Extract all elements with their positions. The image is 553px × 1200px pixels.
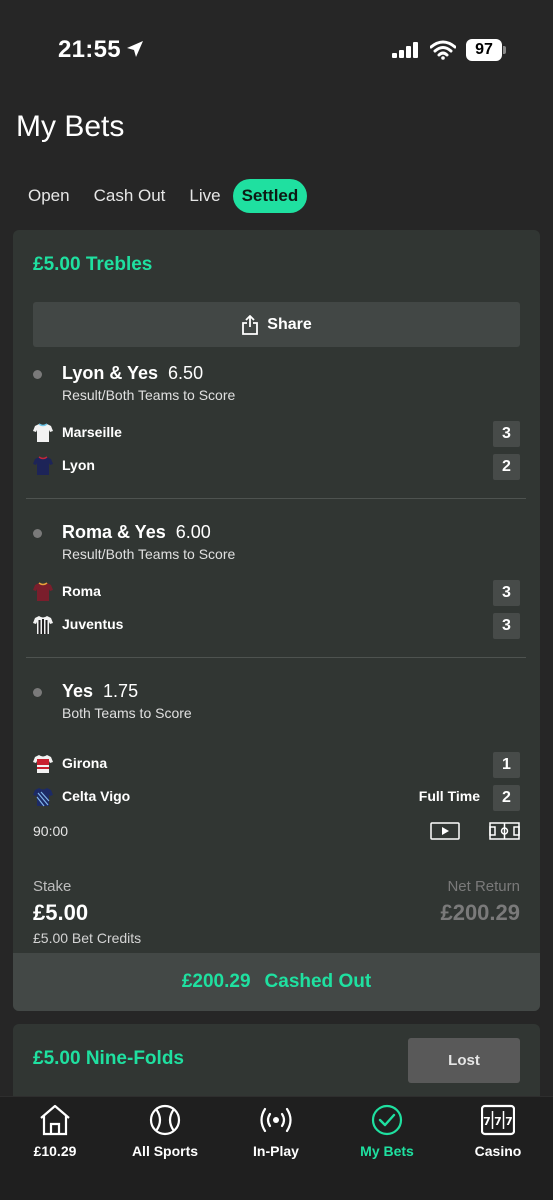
team-score: 2 xyxy=(493,454,520,480)
roma-kit-icon xyxy=(33,582,53,601)
wifi-icon xyxy=(430,40,456,60)
team-name: Lyon xyxy=(62,457,95,473)
bet-leg[interactable]: Yes 1.75 Both Teams to Score Girona 1 Cel… xyxy=(13,678,540,811)
nav-label: All Sports xyxy=(131,1143,199,1159)
team-row: Juventus 3 xyxy=(33,613,520,639)
team-score: 1 xyxy=(493,752,520,778)
nav-all-sports[interactable]: All Sports xyxy=(110,1103,220,1163)
tab-cash-out[interactable]: Cash Out xyxy=(82,179,178,213)
tab-live[interactable]: Live xyxy=(177,179,232,213)
marseille-kit-icon xyxy=(33,423,53,442)
team-score: 3 xyxy=(493,421,520,447)
lyon-kit-icon xyxy=(33,456,53,475)
share-icon xyxy=(242,314,259,335)
cashed-label: Cashed Out xyxy=(264,971,372,992)
page-title: My Bets xyxy=(16,110,125,143)
svg-text:7: 7 xyxy=(494,1115,502,1128)
team-row: Roma 3 xyxy=(33,580,520,606)
divider xyxy=(26,498,526,499)
leg-selection: Yes 1.75 xyxy=(62,681,138,702)
leg-status-dot xyxy=(33,370,42,379)
match-clock: 90:00 xyxy=(33,823,69,839)
battery-indicator: 97 xyxy=(466,39,506,61)
svg-text:7: 7 xyxy=(483,1115,491,1128)
broadcast-icon xyxy=(260,1107,292,1133)
location-arrow-icon xyxy=(127,41,143,57)
video-icon[interactable] xyxy=(430,821,460,841)
nav-casino[interactable]: 7 7 7 Casino xyxy=(443,1103,553,1163)
team-score: 3 xyxy=(493,613,520,639)
leg-selection-text: Yes xyxy=(62,681,94,701)
nav-label: In-Play xyxy=(253,1143,299,1159)
share-label: Share xyxy=(267,315,312,333)
nav-in-play[interactable]: In-Play xyxy=(221,1103,331,1163)
check-circle-icon xyxy=(371,1104,403,1136)
team-row: Marseille 3 xyxy=(33,421,520,447)
leg-status-dot xyxy=(33,688,42,697)
leg-odds: 6.50 xyxy=(168,363,204,383)
nav-label: £10.29 xyxy=(33,1143,77,1159)
stake-label: Stake xyxy=(33,878,72,895)
battery-tip xyxy=(503,46,506,54)
nav-label: Casino xyxy=(474,1143,522,1159)
ball-icon xyxy=(149,1104,181,1136)
cashed-amount: £200.29 xyxy=(181,971,251,992)
tab-settled[interactable]: Settled xyxy=(232,179,308,213)
leg-selection-text: Roma & Yes xyxy=(62,522,166,542)
leg-selection: Roma & Yes 6.00 xyxy=(62,522,211,543)
bet-title: £5.00 Trebles xyxy=(33,254,153,275)
team-score: 3 xyxy=(493,580,520,606)
status-bar: 21:55 97 xyxy=(0,0,553,100)
lost-badge: Lost xyxy=(408,1038,520,1083)
leg-odds: 6.00 xyxy=(175,522,211,542)
leg-selection-text: Lyon & Yes xyxy=(62,363,159,383)
nav-label: My Bets xyxy=(360,1143,414,1159)
girona-kit-icon xyxy=(33,755,53,773)
pitch-icon[interactable] xyxy=(489,821,520,841)
bet-card: £5.00 Trebles Share Lyon & Yes 6.50 Resul… xyxy=(13,230,540,1011)
team-row: Lyon 2 xyxy=(33,454,520,480)
nav-home[interactable]: £10.29 xyxy=(0,1103,110,1163)
leg-odds: 1.75 xyxy=(103,681,139,701)
slot-machine-icon: 7 7 7 xyxy=(481,1104,515,1136)
leg-market: Both Teams to Score xyxy=(62,705,192,721)
leg-market: Result/Both Teams to Score xyxy=(62,387,236,403)
team-name: Girona xyxy=(62,755,108,771)
team-name: Marseille xyxy=(62,424,122,440)
match-status: Full Time xyxy=(418,788,480,804)
share-button[interactable]: Share xyxy=(33,302,520,347)
status-time: 21:55 xyxy=(58,36,121,63)
leg-selection: Lyon & Yes 6.50 xyxy=(62,363,203,384)
stake-value: £5.00 xyxy=(33,900,89,925)
team-name: Juventus xyxy=(62,616,124,632)
nav-my-bets[interactable]: My Bets xyxy=(332,1103,442,1163)
net-return-value: £200.29 xyxy=(440,900,520,925)
team-row: Celta Vigo Full Time 2 xyxy=(33,785,520,811)
leg-market: Result/Both Teams to Score xyxy=(62,546,236,562)
team-row: Girona 1 xyxy=(33,752,520,778)
team-name: Celta Vigo xyxy=(62,788,131,804)
celta-vigo-kit-icon xyxy=(33,788,53,807)
team-score: 2 xyxy=(493,785,520,811)
bet-tabs: Open Cash Out Live Settled xyxy=(16,178,308,214)
leg-status-dot xyxy=(33,529,42,538)
juventus-kit-icon xyxy=(33,616,53,634)
bet-leg[interactable]: Roma & Yes 6.00 Result/Both Teams to Scor… xyxy=(13,519,540,644)
bet-leg[interactable]: Lyon & Yes 6.50 Result/Both Teams to Scor… xyxy=(13,360,540,485)
bottom-nav: £10.29 All Sports In-Play My Bets 7 7 7 … xyxy=(0,1096,553,1200)
home-icon xyxy=(40,1104,70,1136)
stake-note: £5.00 Bet Credits xyxy=(33,930,142,946)
bet-title: £5.00 Nine-Folds xyxy=(33,1048,184,1069)
cashed-out-bar: £200.29 Cashed Out xyxy=(13,953,540,1011)
battery-level: 97 xyxy=(466,39,502,61)
team-name: Roma xyxy=(62,583,101,599)
cellular-signal-icon xyxy=(392,42,418,58)
net-return-label: Net Return xyxy=(447,878,520,895)
svg-text:7: 7 xyxy=(505,1115,513,1128)
divider xyxy=(26,657,526,658)
tab-open[interactable]: Open xyxy=(16,179,82,213)
